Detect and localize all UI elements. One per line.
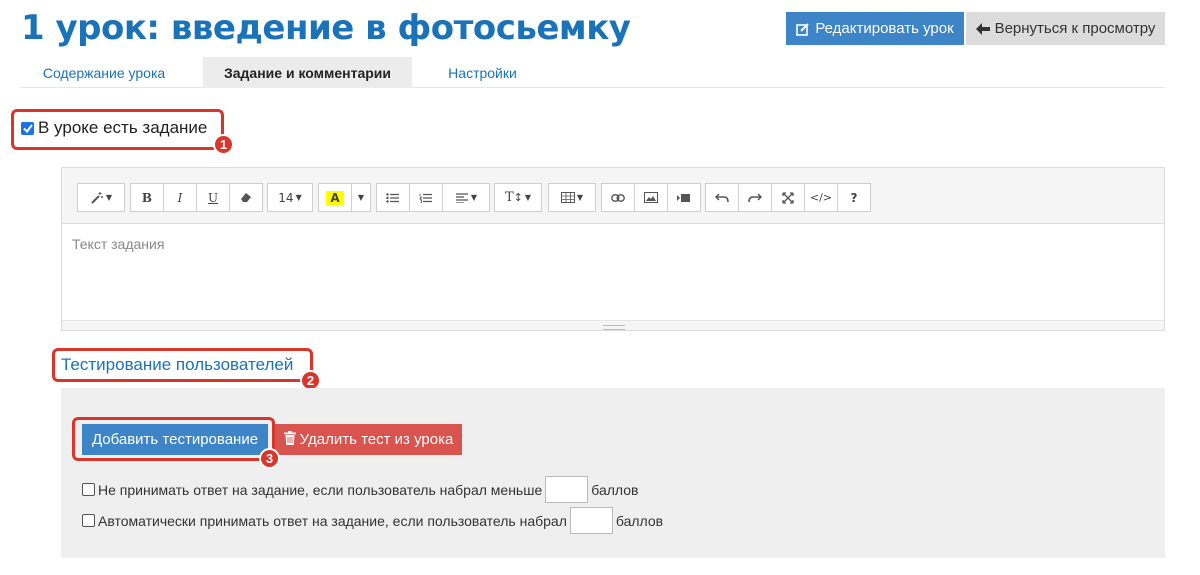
- highlight-color-icon[interactable]: A: [318, 183, 352, 212]
- fullscreen-icon[interactable]: [771, 183, 805, 212]
- undo-icon[interactable]: [705, 183, 739, 212]
- tab-settings[interactable]: Настройки: [426, 57, 539, 88]
- font-size-select[interactable]: 14 ▼: [267, 183, 313, 212]
- text-height-icon[interactable]: T ↕ ▼: [494, 183, 542, 212]
- edit-lesson-button[interactable]: Редактировать урок: [786, 12, 964, 45]
- link-icon[interactable]: [601, 183, 635, 212]
- option-accept-checkbox[interactable]: [82, 514, 95, 527]
- edit-icon: [796, 22, 810, 36]
- option-reject-score-input[interactable]: [545, 476, 589, 503]
- numbered-list-icon[interactable]: [409, 183, 443, 212]
- tab-task-and-comments[interactable]: Задание и комментарии: [203, 57, 412, 88]
- table-icon[interactable]: ▼: [548, 183, 596, 212]
- align-icon[interactable]: ▼: [442, 183, 490, 212]
- video-icon[interactable]: [667, 183, 701, 212]
- edit-lesson-label: Редактировать урок: [815, 20, 954, 37]
- code-view-icon[interactable]: </>: [804, 183, 838, 212]
- option-accept-score-input[interactable]: [569, 507, 613, 534]
- page-title: 1 урок: введение в фотосьемку: [21, 8, 631, 48]
- color-dropdown-icon[interactable]: ▼: [351, 183, 371, 212]
- lesson-tabs: Содержание урока Задание и комментарии Н…: [20, 57, 1165, 88]
- task-editor: ▼ B I U 14 ▼ A ▼ ▼ T ↕ ▼ ▼ </> ? Текст з…: [61, 167, 1165, 331]
- option-accept-row: Автоматически принимать ответ на задание…: [82, 507, 663, 534]
- back-to-view-button[interactable]: Вернуться к просмотру: [966, 12, 1165, 45]
- eraser-icon[interactable]: [229, 183, 263, 212]
- trash-icon: [283, 430, 296, 449]
- editor-text-area[interactable]: Текст задания: [72, 236, 164, 252]
- delete-test-label: Удалить тест из урока: [299, 431, 454, 448]
- magic-wand-icon[interactable]: ▼: [77, 183, 125, 212]
- font-size-value: 14: [278, 190, 294, 205]
- bold-icon[interactable]: B: [130, 183, 164, 212]
- annotation-highlight-3: [72, 417, 275, 461]
- delete-test-button[interactable]: Удалить тест из урока: [275, 424, 462, 455]
- annotation-badge-3: 3: [259, 448, 280, 469]
- annotation-highlight-2: [52, 348, 313, 382]
- option-reject-label: Не принимать ответ на задание, если поль…: [98, 481, 543, 498]
- editor-toolbar: ▼ B I U 14 ▼ A ▼ ▼ T ↕ ▼ ▼ </> ?: [62, 168, 1164, 224]
- editor-resize-handle[interactable]: [603, 325, 625, 330]
- redo-icon[interactable]: [738, 183, 772, 212]
- italic-icon[interactable]: I: [163, 183, 197, 212]
- image-icon[interactable]: [634, 183, 668, 212]
- option-accept-suffix: баллов: [615, 512, 664, 529]
- arrow-left-icon: [975, 22, 990, 35]
- option-reject-checkbox[interactable]: [82, 483, 95, 496]
- option-reject-suffix: баллов: [591, 481, 639, 498]
- help-icon[interactable]: ?: [837, 183, 871, 212]
- option-accept-label: Автоматически принимать ответ на задание…: [98, 512, 567, 529]
- tab-lesson-content[interactable]: Содержание урока: [20, 57, 188, 88]
- option-reject-row: Не принимать ответ на задание, если поль…: [82, 476, 638, 503]
- annotation-highlight-1: [11, 109, 224, 150]
- bullet-list-icon[interactable]: [376, 183, 410, 212]
- underline-icon[interactable]: U: [196, 183, 230, 212]
- back-to-view-label: Вернуться к просмотру: [994, 20, 1156, 37]
- annotation-badge-1: 1: [213, 134, 234, 155]
